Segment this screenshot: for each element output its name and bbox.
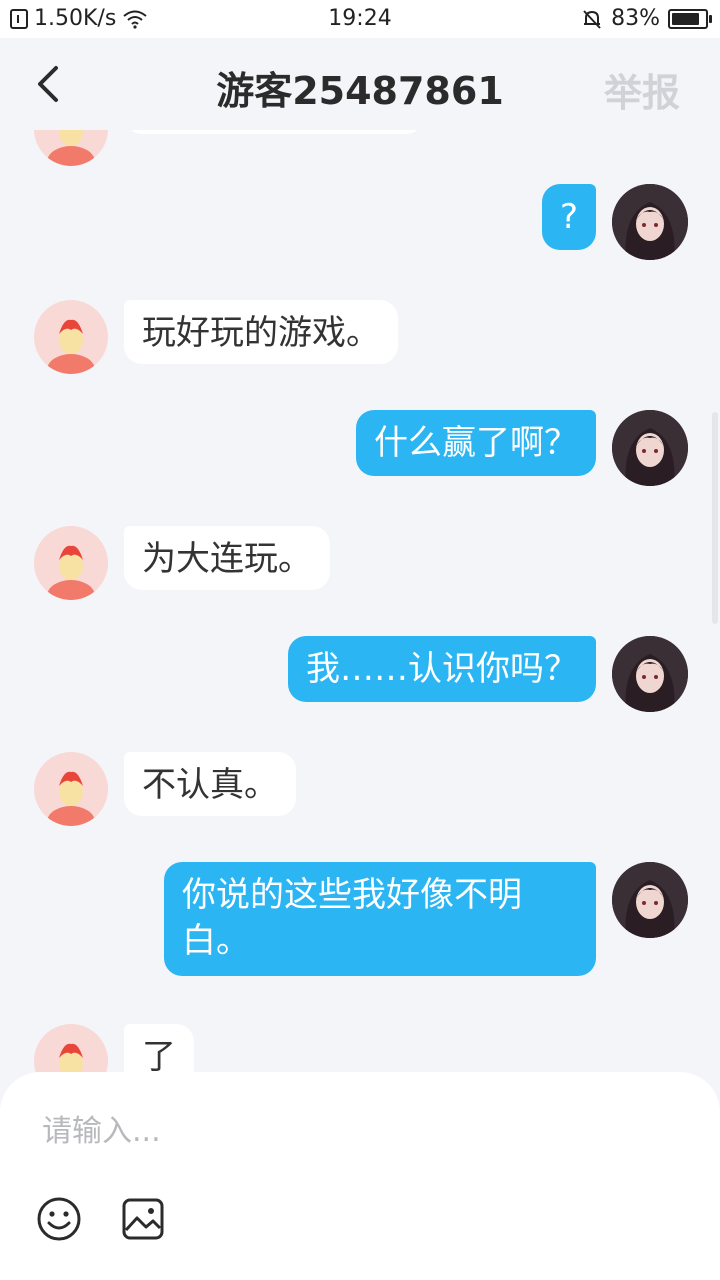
user-avatar[interactable]: [612, 636, 688, 712]
status-bar: 1.50K/s 19:24 83%: [0, 0, 720, 38]
message-list[interactable]: ? 玩好玩的游戏。 什么赢了啊？ 为大连玩。 我……认识你吗？ 不认真。 你说的…: [0, 130, 720, 1072]
guest-avatar[interactable]: [34, 526, 108, 600]
message-bubble: 什么赢了啊？: [356, 410, 596, 476]
message-bubble: 你说的这些我好像不明白。: [164, 862, 596, 976]
chat-header: 游客25487861 举报: [0, 38, 720, 130]
message-composer: 请输入...: [0, 1072, 720, 1280]
user-avatar[interactable]: [612, 862, 688, 938]
message-bubble: ?: [542, 184, 596, 250]
battery-icon: [668, 8, 712, 29]
battery-percent: 83%: [611, 6, 660, 31]
emoji-icon[interactable]: [36, 1196, 82, 1242]
guest-avatar[interactable]: [34, 300, 108, 374]
message-bubble: 玩好玩的游戏。: [124, 300, 398, 364]
message-bubble: 了: [124, 1024, 194, 1072]
message-bubble: [124, 130, 424, 134]
user-avatar[interactable]: [612, 184, 688, 260]
scrollbar[interactable]: [712, 412, 718, 624]
message-input[interactable]: 请输入...: [42, 1106, 161, 1150]
guest-avatar[interactable]: [34, 752, 108, 826]
user-avatar[interactable]: [612, 410, 688, 486]
guest-avatar[interactable]: [34, 1024, 108, 1072]
guest-avatar[interactable]: [34, 130, 108, 166]
message-bubble: 我……认识你吗？: [288, 636, 596, 702]
bell-muted-icon: [583, 9, 601, 29]
report-button[interactable]: 举报: [604, 62, 680, 117]
image-icon[interactable]: [120, 1196, 166, 1242]
message-bubble: 为大连玩。: [124, 526, 330, 590]
message-bubble: 不认真。: [124, 752, 296, 816]
